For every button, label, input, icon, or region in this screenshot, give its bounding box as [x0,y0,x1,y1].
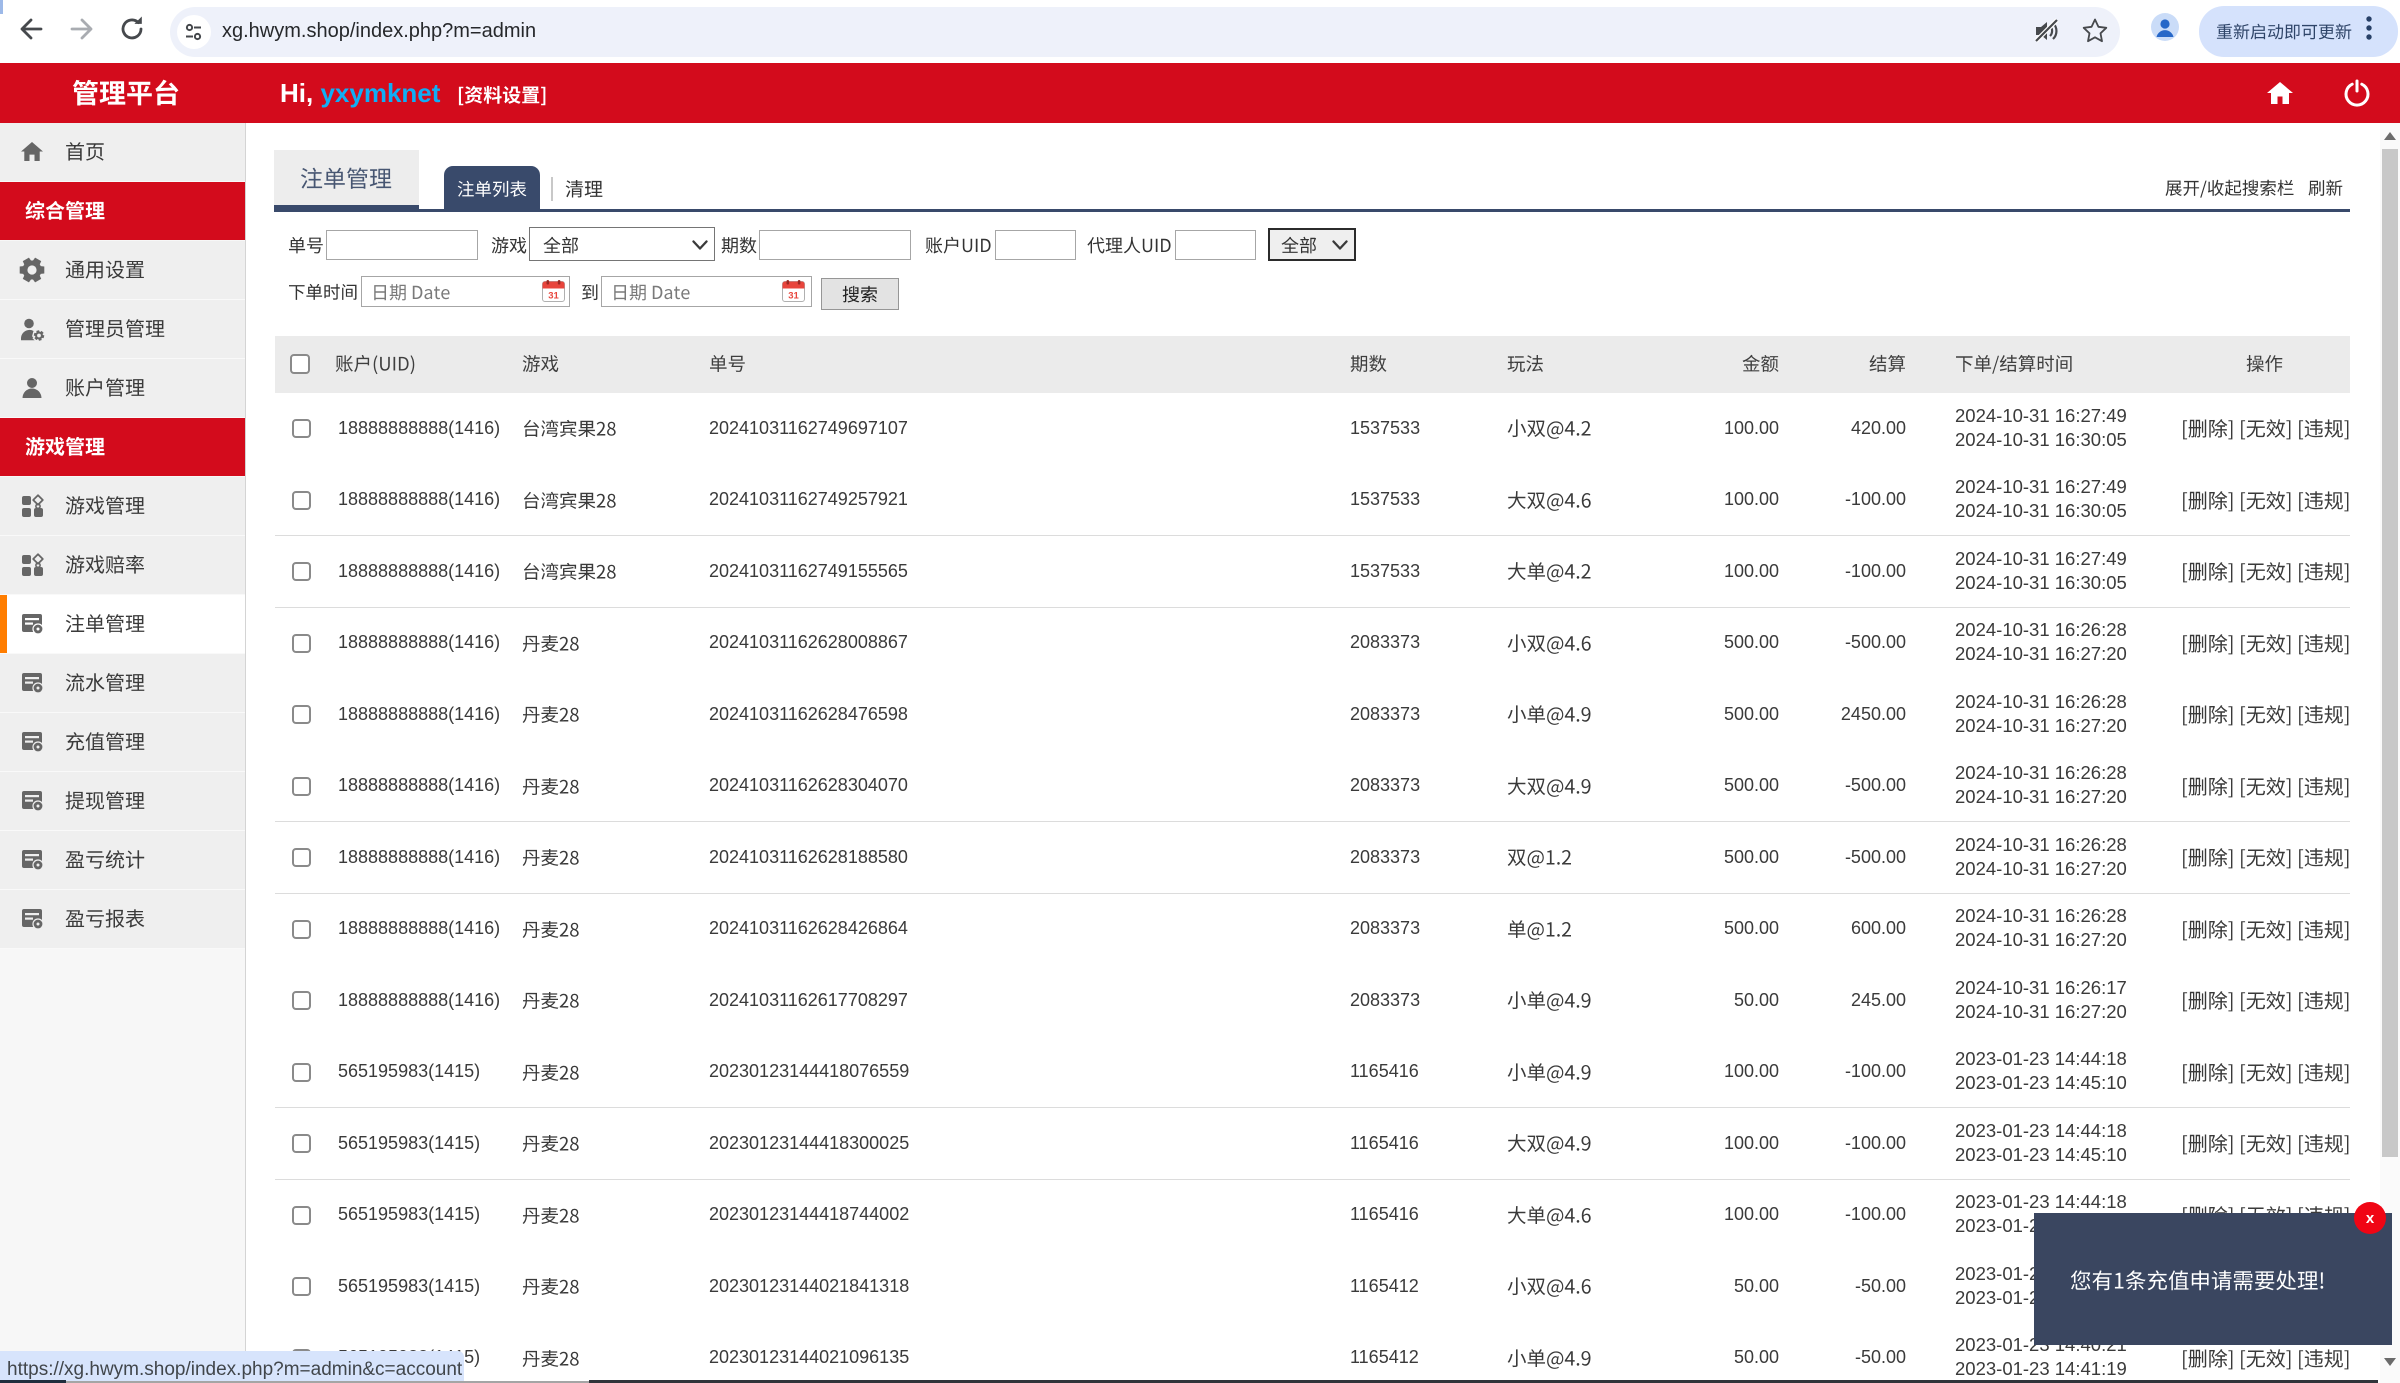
svg-text:31: 31 [548,291,559,302]
svg-text:31: 31 [788,291,799,302]
